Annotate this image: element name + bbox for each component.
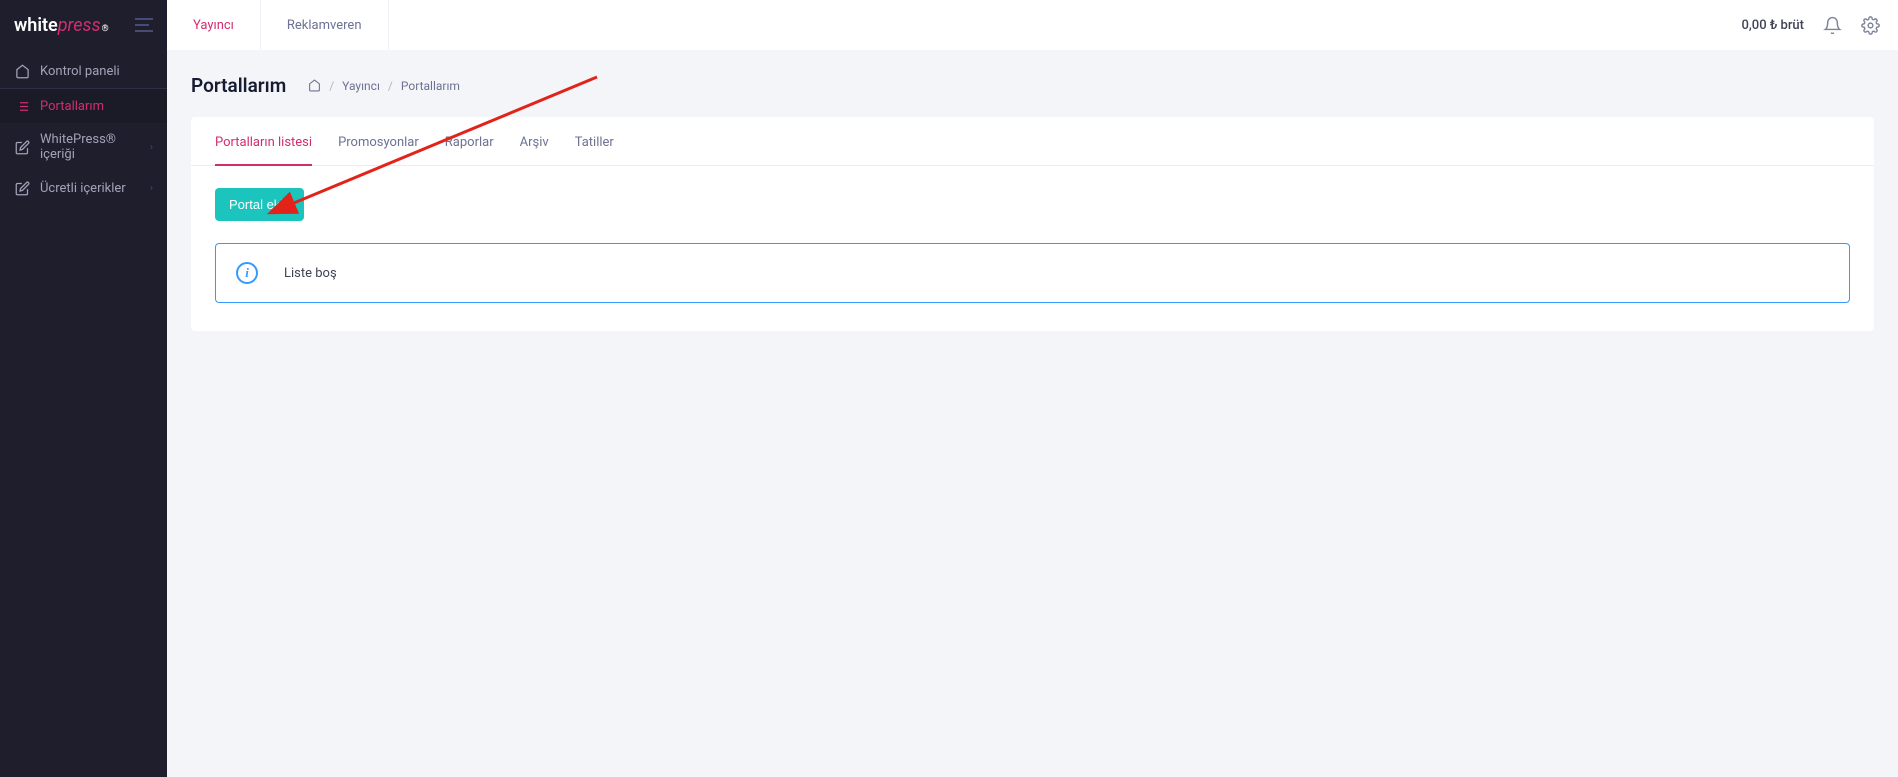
breadcrumb-link-publisher[interactable]: Yayıncı bbox=[342, 79, 380, 93]
breadcrumb-sep: / bbox=[329, 79, 334, 93]
add-portal-button[interactable]: Portal ekle bbox=[215, 188, 304, 221]
sidebar-item-label: WhitePress® içeriği bbox=[40, 132, 150, 162]
list-icon bbox=[14, 98, 30, 114]
home-icon bbox=[308, 79, 321, 92]
sidebar-item-label: Ücretli içerikler bbox=[40, 181, 150, 196]
topbar-tab-advertiser[interactable]: Reklamveren bbox=[261, 0, 389, 50]
edit-icon bbox=[14, 139, 30, 155]
inner-tabs: Portalların listesi Promosyonlar Raporla… bbox=[191, 117, 1874, 166]
sidebar-item-label: Kontrol paneli bbox=[40, 64, 153, 79]
sidebar-item-dashboard[interactable]: Kontrol paneli bbox=[0, 54, 167, 88]
breadcrumb: / Yayıncı / Portallarım bbox=[308, 79, 460, 93]
info-icon: i bbox=[236, 262, 258, 284]
chevron-right-icon: › bbox=[150, 142, 153, 153]
logo-part1: white bbox=[14, 15, 58, 36]
notifications-button[interactable] bbox=[1822, 15, 1842, 35]
bell-icon bbox=[1823, 16, 1842, 35]
topbar-tab-publisher[interactable]: Yayıncı bbox=[167, 0, 261, 50]
card: Portalların listesi Promosyonlar Raporla… bbox=[191, 117, 1874, 331]
info-message: Liste boş bbox=[284, 266, 337, 281]
sidebar: whitepress® Kontrol paneli Portallarım bbox=[0, 0, 167, 777]
content: Portalların listesi Promosyonlar Raporla… bbox=[167, 117, 1898, 355]
balance-display[interactable]: 0,00 ₺ brüt bbox=[1742, 18, 1804, 33]
breadcrumb-current: Portallarım bbox=[401, 79, 460, 93]
gear-icon bbox=[1861, 16, 1880, 35]
inner-tab-portals-list[interactable]: Portalların listesi bbox=[215, 117, 312, 166]
chevron-right-icon: › bbox=[150, 183, 153, 194]
sidebar-item-label: Portallarım bbox=[40, 99, 153, 114]
breadcrumb-home[interactable] bbox=[308, 79, 321, 92]
card-body: Portal ekle i Liste boş bbox=[191, 166, 1874, 331]
page-header: Portallarım / Yayıncı / Portallarım bbox=[167, 50, 1898, 117]
inner-tab-archive[interactable]: Arşiv bbox=[520, 117, 549, 166]
page-title: Portallarım bbox=[191, 74, 286, 97]
sidebar-header: whitepress® bbox=[0, 0, 167, 50]
inner-tab-holidays[interactable]: Tatiller bbox=[575, 117, 614, 166]
topbar-tab-label: Yayıncı bbox=[193, 18, 234, 33]
topbar: Yayıncı Reklamveren 0,00 ₺ brüt bbox=[167, 0, 1898, 50]
info-box: i Liste boş bbox=[215, 243, 1850, 303]
logo-reg: ® bbox=[102, 24, 109, 34]
sidebar-menu: Kontrol paneli Portallarım WhitePress® i… bbox=[0, 50, 167, 205]
topbar-right: 0,00 ₺ brüt bbox=[1742, 0, 1898, 50]
inner-tab-reports[interactable]: Raporlar bbox=[445, 117, 494, 166]
menu-toggle-button[interactable] bbox=[135, 18, 153, 32]
edit-icon bbox=[14, 180, 30, 196]
breadcrumb-sep: / bbox=[388, 79, 393, 93]
inner-tab-promotions[interactable]: Promosyonlar bbox=[338, 117, 419, 166]
sidebar-item-paid-content[interactable]: Ücretli içerikler › bbox=[0, 171, 167, 205]
hamburger-icon bbox=[135, 18, 153, 20]
topbar-tabs: Yayıncı Reklamveren bbox=[167, 0, 389, 50]
sidebar-item-portals[interactable]: Portallarım bbox=[0, 89, 167, 123]
sidebar-item-whitepress-content[interactable]: WhitePress® içeriği › bbox=[0, 123, 167, 171]
logo-part2: press bbox=[58, 15, 101, 36]
home-icon bbox=[14, 63, 30, 79]
settings-button[interactable] bbox=[1860, 15, 1880, 35]
main: Yayıncı Reklamveren 0,00 ₺ brüt Portalla… bbox=[167, 0, 1898, 777]
logo[interactable]: whitepress® bbox=[14, 15, 109, 36]
topbar-tab-label: Reklamveren bbox=[287, 18, 362, 33]
